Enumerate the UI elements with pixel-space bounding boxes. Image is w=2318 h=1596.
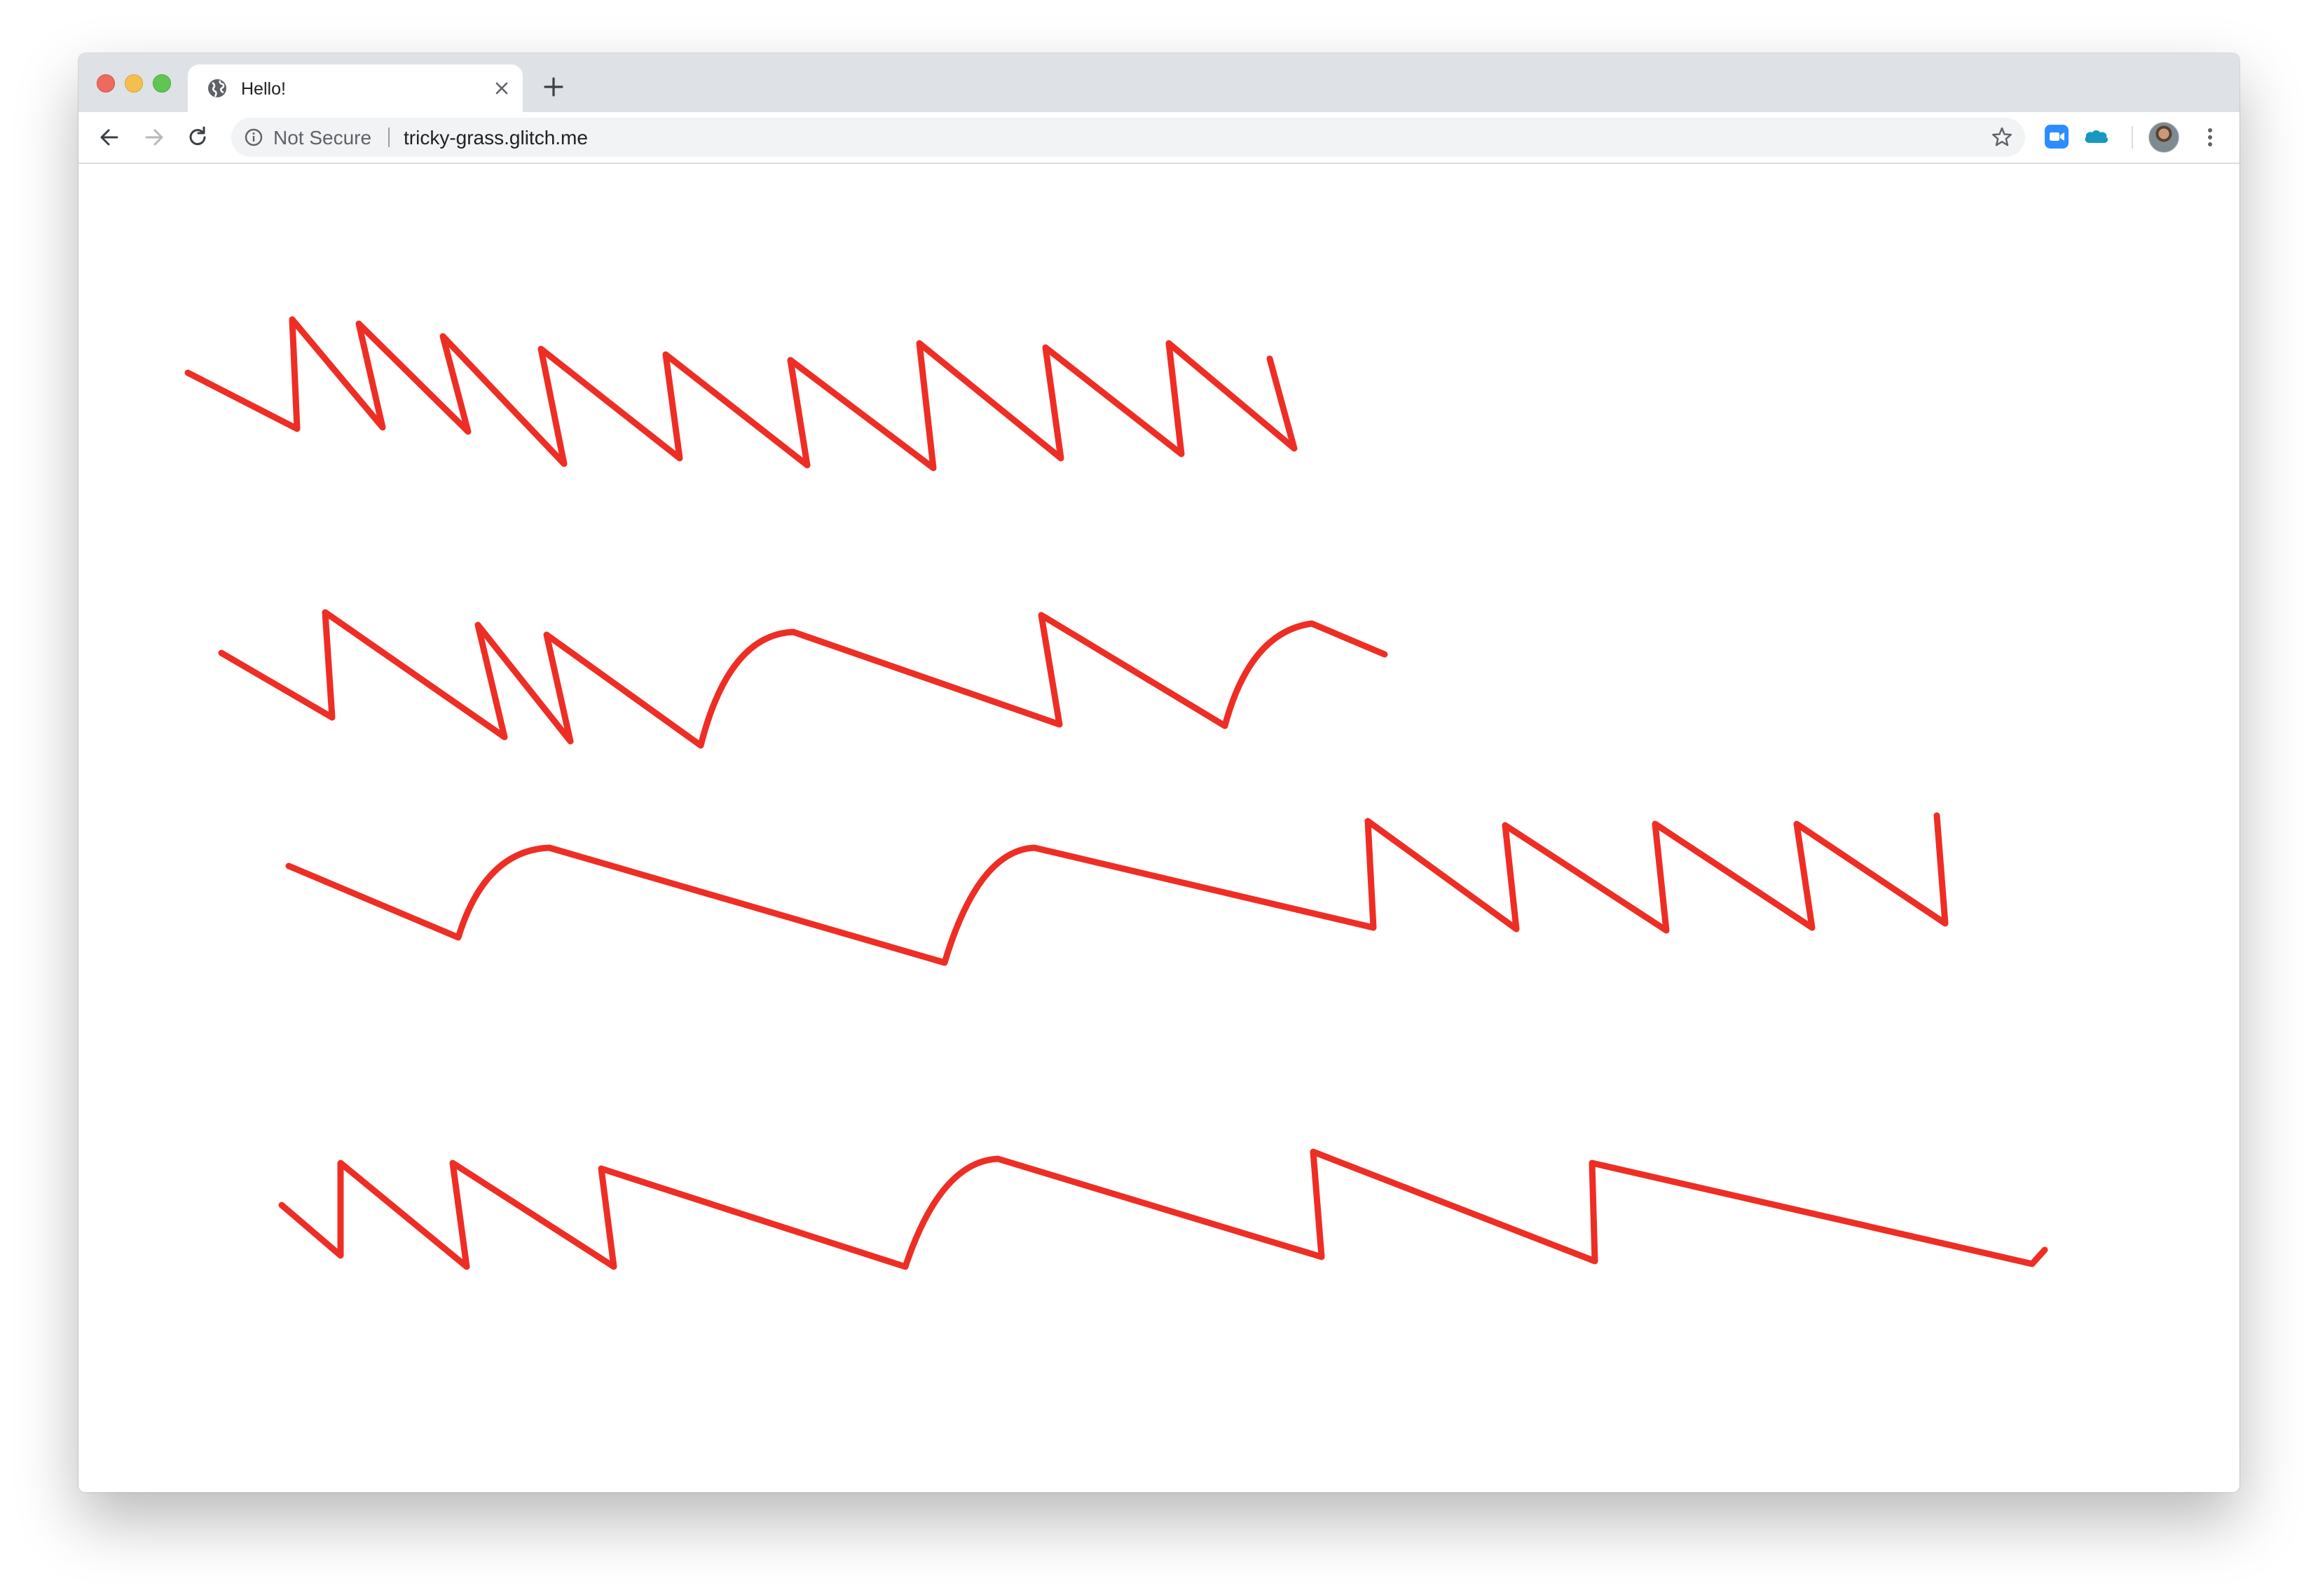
tab-hello[interactable]: Hello! [188,64,523,112]
squiggle-row-4-ribbon [278,1148,2048,1270]
info-icon[interactable] [244,128,263,147]
tab-strip: Hello! [78,53,2240,112]
zoom-extension-icon[interactable] [2045,125,2069,149]
squiggle-row-3-ribbon [285,812,1949,966]
squiggle-row-3 [285,812,1949,966]
star-icon[interactable] [1990,125,2014,149]
window-maximize-button[interactable] [153,74,171,92]
url-text[interactable]: tricky-grass.glitch.me [404,127,588,149]
globe-icon [208,79,226,97]
omnibox-separator [388,128,390,147]
squiggle-canvas [184,316,2048,1270]
squiggle-row-4 [278,1148,2048,1270]
squiggle-row-2 [218,609,1388,749]
more-vert-icon[interactable] [2202,123,2218,151]
security-label[interactable]: Not Secure [273,127,371,149]
window-minimize-button[interactable] [125,74,143,92]
browser-window: Hello! Not Secure tricky-grass.glitch.me [78,53,2240,1492]
close-icon[interactable] [491,77,513,99]
address-bar[interactable]: Not Secure tricky-grass.glitch.me [231,118,2025,157]
new-tab-button[interactable] [541,74,566,99]
page-content [78,164,2240,1492]
forward-arrow-icon[interactable] [142,125,167,150]
salesforce-extension-icon[interactable] [2083,126,2111,147]
squiggle-row-2-ribbon [218,609,1388,749]
squiggle-row-1 [184,316,1298,472]
window-close-button[interactable] [97,74,115,92]
back-arrow-icon[interactable] [97,125,122,150]
reload-icon[interactable] [185,125,210,150]
toolbar: Not Secure tricky-grass.glitch.me [78,112,2240,164]
toolbar-divider [2132,126,2133,149]
tab-title: Hello! [241,79,286,99]
squiggle-row-1-ribbon [184,316,1298,472]
avatar[interactable] [2148,122,2179,153]
